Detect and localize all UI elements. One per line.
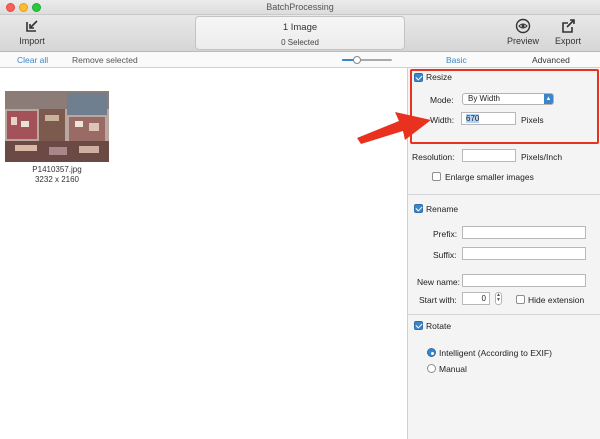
hide-extension-checkbox[interactable] [516, 295, 525, 304]
rotate-intelligent-label: Intelligent (According to EXIF) [439, 348, 552, 358]
image-filename: P1410357.jpg [32, 165, 82, 174]
rotate-checkbox[interactable] [414, 321, 423, 330]
enlarge-label: Enlarge smaller images [445, 172, 534, 182]
resolution-unit-label: Pixels/Inch [521, 152, 563, 162]
export-button[interactable]: Export [553, 18, 583, 46]
zoom-window-button[interactable] [32, 3, 41, 12]
rotate-intelligent-radio[interactable] [427, 348, 436, 357]
status-image-count: 1 Image [282, 22, 318, 33]
preview-icon [515, 18, 531, 34]
preview-label: Preview [506, 36, 539, 46]
section-divider [407, 194, 600, 195]
sub-toolbar: Clear all Remove selected Basic Advanced [0, 52, 600, 68]
prefix-input[interactable] [462, 226, 586, 239]
section-divider [407, 314, 600, 315]
image-thumbnail[interactable] [5, 91, 109, 162]
rename-checkbox[interactable] [414, 204, 423, 213]
thumbnail-size-slider[interactable] [342, 56, 392, 64]
tab-basic[interactable]: Basic [446, 55, 467, 65]
toolbar: Import 1 Image 0 Selected Preview Export [0, 15, 600, 52]
status-display: 1 Image 0 Selected [195, 16, 405, 50]
resolution-label: Resolution: [412, 152, 455, 162]
title-bar: BatchProcessing [0, 0, 600, 15]
start-with-stepper[interactable]: ▲ ▼ [495, 292, 502, 305]
hide-extension-label: Hide extension [528, 295, 585, 305]
import-icon [26, 20, 38, 32]
status-selected-count: 0 Selected [281, 38, 319, 47]
new-name-label: New name: [417, 277, 460, 287]
rotate-manual-label: Manual [439, 364, 467, 374]
resolution-input[interactable] [462, 149, 516, 162]
image-dimensions: 3232 x 2160 [34, 175, 80, 184]
start-with-input-value: 0 [481, 294, 486, 303]
enlarge-checkbox[interactable] [432, 172, 441, 181]
tab-advanced[interactable]: Advanced [532, 55, 570, 65]
slider-knob[interactable] [353, 56, 361, 64]
rotate-label: Rotate [426, 321, 452, 331]
remove-selected-button[interactable]: Remove selected [72, 55, 138, 65]
clear-all-button[interactable]: Clear all [17, 55, 48, 65]
export-label: Export [554, 36, 581, 46]
close-window-button[interactable] [6, 3, 15, 12]
rotate-manual-radio[interactable] [427, 364, 436, 373]
window-title: BatchProcessing [266, 2, 334, 12]
annotation-arrow-icon [357, 112, 431, 144]
suffix-input[interactable] [462, 247, 586, 260]
export-icon [562, 19, 575, 33]
annotation-highlight-box [410, 69, 599, 144]
rename-label: Rename [426, 204, 459, 214]
new-name-input[interactable] [462, 274, 586, 287]
image-caption: P1410357.jpg 3232 x 2160 [5, 165, 109, 185]
shop-photo-image [5, 91, 109, 162]
minimize-window-button[interactable] [19, 3, 28, 12]
start-with-input[interactable]: 0 [462, 292, 490, 305]
start-with-label: Start with: [419, 295, 457, 305]
preview-button[interactable]: Preview [506, 18, 540, 46]
import-button[interactable]: Import [18, 18, 46, 46]
prefix-label: Prefix: [433, 229, 458, 239]
import-label: Import [19, 36, 45, 46]
suffix-label: Suffix: [433, 250, 457, 260]
